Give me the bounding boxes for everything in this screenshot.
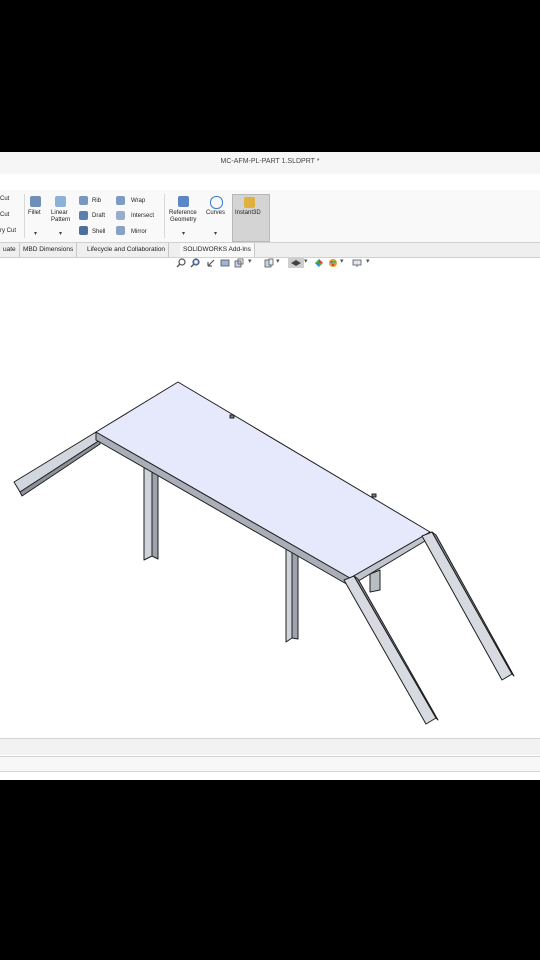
- tab-evaluate[interactable]: uate: [0, 243, 20, 257]
- bracket: [371, 493, 377, 498]
- left-ramp-beam-face: [19, 439, 101, 497]
- reference-geometry-label-1[interactable]: Reference: [169, 210, 197, 217]
- right-ramp-back: [421, 531, 513, 681]
- reference-dropdown-icon[interactable]: ▾: [182, 230, 185, 237]
- front-middle-leg-side: [291, 544, 299, 640]
- bracket: [229, 414, 235, 419]
- front-left-leg: [143, 457, 153, 561]
- right-ramp-back-side: [431, 531, 515, 677]
- wrap-button[interactable]: Wrap: [131, 198, 145, 205]
- menu-strip: [0, 174, 540, 191]
- command-manager-tabs: uate MBD Dimensions Lifecycle and Collab…: [0, 242, 540, 258]
- title-bar: MC-AFM-PL-PART 1.SLDPRT *: [0, 152, 540, 175]
- platform-model: [13, 381, 515, 725]
- ribbon-separator: [24, 194, 25, 238]
- curves-dropdown-icon[interactable]: ▾: [214, 230, 217, 237]
- status-bar: [0, 756, 540, 772]
- draft-icon[interactable]: [79, 211, 88, 220]
- linear-pattern-icon[interactable]: [55, 196, 66, 207]
- shell-icon[interactable]: [79, 226, 88, 235]
- instant3d-icon: [244, 197, 255, 208]
- boundary-cut-label[interactable]: ry Cut: [0, 228, 16, 235]
- zoom-to-fit-icon[interactable]: [176, 258, 186, 268]
- left-ramp-beam: [13, 431, 101, 493]
- dropdown-icon[interactable]: ▾: [304, 257, 314, 267]
- rib-icon[interactable]: [79, 196, 88, 205]
- reference-geometry-icon[interactable]: [178, 196, 189, 207]
- solidworks-window: MC-AFM-PL-PART 1.SLDPRT * Cut Cut ry Cut…: [0, 152, 540, 780]
- shell-button[interactable]: Shell: [92, 229, 105, 236]
- hide-show-items-icon[interactable]: [314, 258, 324, 268]
- linear-pattern-label-2[interactable]: Pattern: [51, 217, 70, 224]
- display-style-icon[interactable]: [288, 258, 304, 268]
- dropdown-icon[interactable]: ▾: [366, 257, 376, 267]
- fillet-button[interactable]: Fillet: [28, 210, 41, 217]
- view-settings-icon[interactable]: [352, 258, 362, 268]
- graphics-area[interactable]: [0, 274, 540, 736]
- ribbon-separator: [164, 194, 165, 238]
- window-title: MC-AFM-PL-PART 1.SLDPRT *: [220, 158, 320, 165]
- model-tabs-bar: [0, 738, 540, 755]
- reference-geometry-label-2[interactable]: Geometry: [170, 217, 196, 224]
- edit-appearance-icon[interactable]: [328, 258, 338, 268]
- mirror-button[interactable]: Mirror: [131, 229, 147, 236]
- tab-lifecycle-collaboration[interactable]: Lifecycle and Collaboration: [84, 243, 170, 257]
- mirror-icon[interactable]: [116, 226, 125, 235]
- fillet-dropdown-icon[interactable]: ▾: [34, 230, 37, 237]
- tab-solidworks-add-ins[interactable]: SOLIDWORKS Add-Ins: [180, 243, 255, 257]
- intersect-button[interactable]: Intersect: [131, 213, 154, 220]
- revolved-cut-label[interactable]: Cut: [0, 212, 9, 219]
- pattern-dropdown-icon[interactable]: ▾: [59, 230, 62, 237]
- curves-icon[interactable]: [210, 196, 223, 209]
- curves-button[interactable]: Curves: [206, 210, 225, 217]
- dropdown-icon[interactable]: ▾: [248, 257, 258, 267]
- fillet-icon[interactable]: [30, 196, 41, 207]
- wrap-icon[interactable]: [116, 196, 125, 205]
- right-ramp-front: [343, 575, 437, 725]
- instant3d-label: Instant3D: [235, 210, 261, 216]
- draft-button[interactable]: Draft: [92, 213, 105, 220]
- extruded-cut-label[interactable]: Cut: [0, 196, 9, 203]
- intersect-icon[interactable]: [116, 211, 125, 220]
- dropdown-icon[interactable]: ▾: [276, 257, 286, 267]
- dropdown-icon[interactable]: ▾: [340, 257, 350, 267]
- view-orientation-icon[interactable]: [264, 258, 274, 268]
- front-middle-leg: [285, 544, 293, 643]
- zoom-to-area-icon[interactable]: [190, 258, 200, 268]
- rib-button[interactable]: Rib: [92, 198, 101, 205]
- linear-pattern-label-1[interactable]: Linear: [51, 210, 68, 217]
- dynamic-annotation-icon[interactable]: [234, 258, 244, 268]
- section-view-icon[interactable]: [220, 258, 230, 268]
- previous-view-icon[interactable]: [206, 258, 216, 268]
- tab-mbd-dimensions[interactable]: MBD Dimensions: [20, 243, 78, 257]
- right-ramp-front-side: [353, 575, 439, 721]
